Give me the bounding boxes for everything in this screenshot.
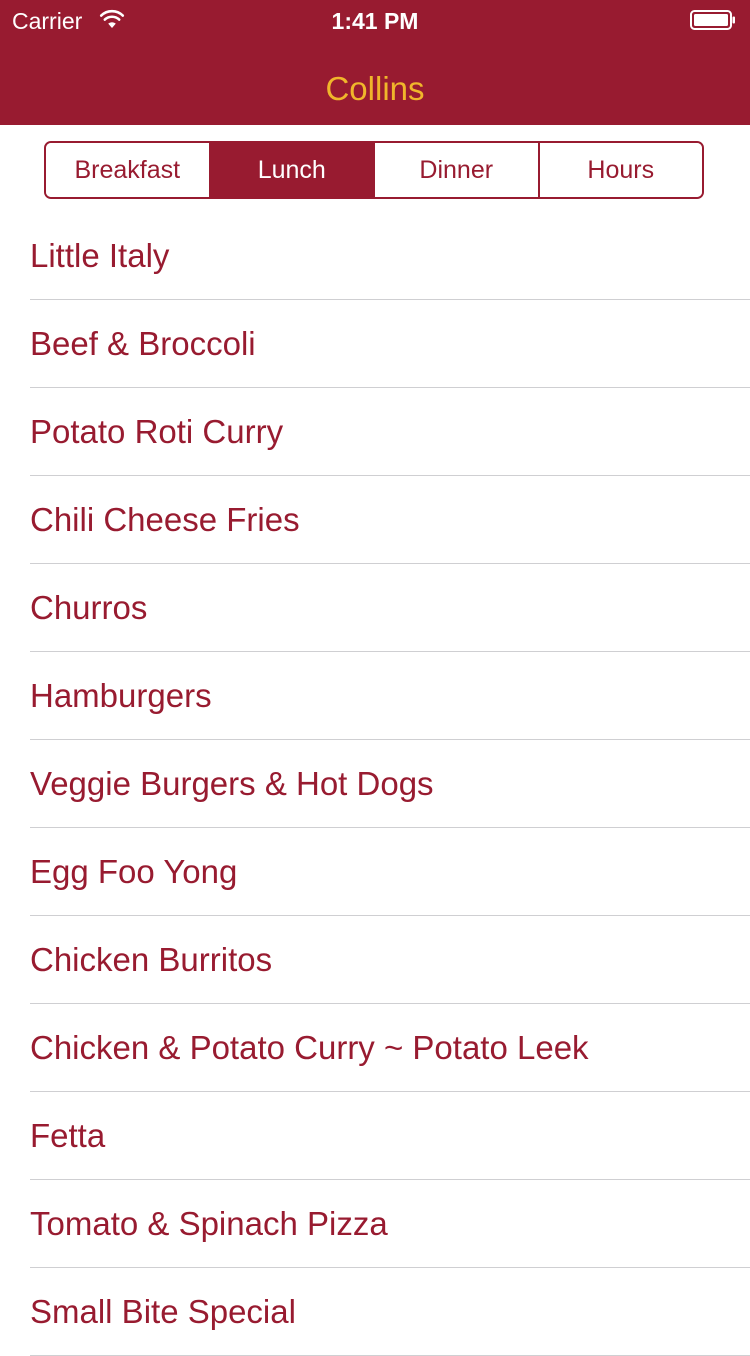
- list-item-label: Beef & Broccoli: [30, 325, 256, 362]
- list-item-label: Small Bite Special: [30, 1293, 296, 1330]
- list-item-label: Little Italy: [30, 237, 170, 274]
- list-item-label: Veggie Burgers & Hot Dogs: [30, 765, 434, 802]
- menu-list: Little Italy Beef & Broccoli Potato Roti C…: [0, 212, 750, 1356]
- segment-breakfast[interactable]: Breakfast: [46, 143, 209, 197]
- list-item-label: Egg Foo Yong: [30, 853, 238, 890]
- list-item-label: Chicken Burritos: [30, 941, 273, 978]
- segment-dinner[interactable]: Dinner: [373, 143, 538, 197]
- list-item[interactable]: Veggie Burgers & Hot Dogs: [0, 740, 750, 828]
- status-time: 1:41 PM: [331, 8, 419, 34]
- list-item[interactable]: Potato Roti Curry: [0, 388, 750, 476]
- status-bar: Carrier 1:41 PM: [0, 0, 750, 40]
- list-item[interactable]: Tomato & Spinach Pizza: [0, 1180, 750, 1268]
- segment-lunch[interactable]: Lunch: [208, 143, 373, 197]
- list-item-label: Tomato & Spinach Pizza: [30, 1205, 388, 1242]
- list-item-label: Chicken & Potato Curry ~ Potato Leek: [30, 1029, 589, 1066]
- list-item[interactable]: Fetta: [0, 1092, 750, 1180]
- list-item[interactable]: Small Bite Special: [0, 1268, 750, 1356]
- list-item-label: Chili Cheese Fries: [30, 501, 300, 538]
- list-item[interactable]: Churros: [0, 564, 750, 652]
- list-item-label: Potato Roti Curry: [30, 413, 284, 450]
- list-item[interactable]: Hamburgers: [0, 652, 750, 740]
- list-item[interactable]: Little Italy: [0, 212, 750, 300]
- list-item[interactable]: Egg Foo Yong: [0, 828, 750, 916]
- list-item[interactable]: Chicken & Potato Curry ~ Potato Leek: [0, 1004, 750, 1092]
- list-item[interactable]: Chicken Burritos: [0, 916, 750, 1004]
- list-item[interactable]: Beef & Broccoli: [0, 300, 750, 388]
- meal-segmented-control: Breakfast Lunch Dinner Hours: [44, 141, 704, 199]
- page-title: Collins: [325, 70, 425, 107]
- segment-hours[interactable]: Hours: [537, 143, 702, 197]
- navigation-bar: Carrier 1:41 PM Collins: [0, 0, 750, 125]
- battery-full-icon: [690, 10, 735, 30]
- list-item-label: Fetta: [30, 1117, 106, 1154]
- list-item[interactable]: Chili Cheese Fries: [0, 476, 750, 564]
- list-item-label: Churros: [30, 589, 148, 626]
- list-item-label: Hamburgers: [30, 677, 212, 714]
